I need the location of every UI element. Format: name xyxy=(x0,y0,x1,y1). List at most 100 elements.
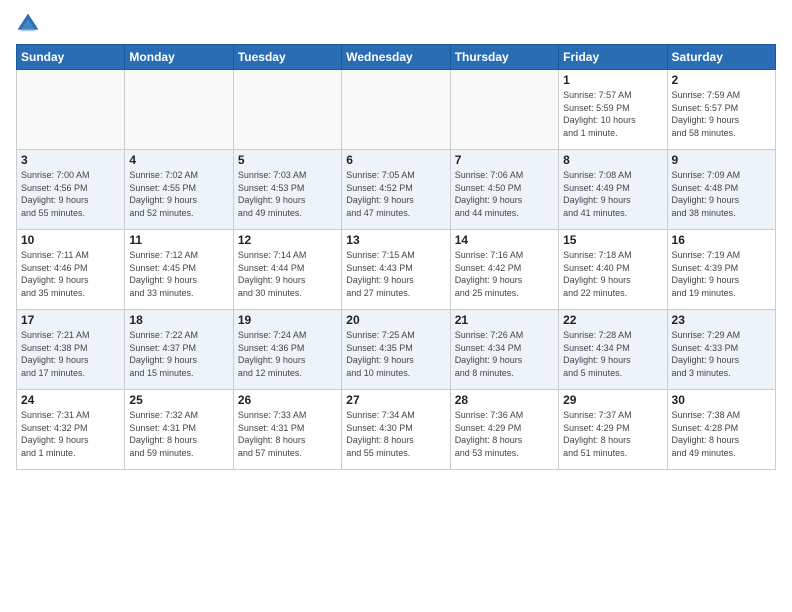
day-info: Sunrise: 7:33 AM Sunset: 4:31 PM Dayligh… xyxy=(238,409,337,459)
calendar-cell xyxy=(342,70,450,150)
calendar-header-thursday: Thursday xyxy=(450,45,558,70)
day-info: Sunrise: 7:25 AM Sunset: 4:35 PM Dayligh… xyxy=(346,329,445,379)
calendar-cell: 22 Sunrise: 7:28 AM Sunset: 4:34 PM Dayli… xyxy=(559,310,667,390)
calendar-header-friday: Friday xyxy=(559,45,667,70)
logo-icon xyxy=(16,12,40,36)
calendar-cell: 30 Sunrise: 7:38 AM Sunset: 4:28 PM Dayli… xyxy=(667,390,775,470)
day-info: Sunrise: 7:22 AM Sunset: 4:37 PM Dayligh… xyxy=(129,329,228,379)
calendar-cell: 23 Sunrise: 7:29 AM Sunset: 4:33 PM Dayli… xyxy=(667,310,775,390)
day-info: Sunrise: 7:31 AM Sunset: 4:32 PM Dayligh… xyxy=(21,409,120,459)
day-number: 21 xyxy=(455,313,554,327)
calendar-week-row: 3 Sunrise: 7:00 AM Sunset: 4:56 PM Daylig… xyxy=(17,150,776,230)
day-number: 10 xyxy=(21,233,120,247)
calendar-cell: 1 Sunrise: 7:57 AM Sunset: 5:59 PM Daylig… xyxy=(559,70,667,150)
day-number: 29 xyxy=(563,393,662,407)
day-number: 30 xyxy=(672,393,771,407)
calendar-table: SundayMondayTuesdayWednesdayThursdayFrid… xyxy=(16,44,776,470)
calendar-header-sunday: Sunday xyxy=(17,45,125,70)
day-number: 20 xyxy=(346,313,445,327)
day-info: Sunrise: 7:24 AM Sunset: 4:36 PM Dayligh… xyxy=(238,329,337,379)
day-info: Sunrise: 7:15 AM Sunset: 4:43 PM Dayligh… xyxy=(346,249,445,299)
calendar-cell: 2 Sunrise: 7:59 AM Sunset: 5:57 PM Daylig… xyxy=(667,70,775,150)
calendar-cell: 18Sunrise: 7:22 AM Sunset: 4:37 PM Dayli… xyxy=(125,310,233,390)
day-number: 4 xyxy=(129,153,228,167)
day-number: 8 xyxy=(563,153,662,167)
day-number: 13 xyxy=(346,233,445,247)
day-info: Sunrise: 7:38 AM Sunset: 4:28 PM Dayligh… xyxy=(672,409,771,459)
day-number: 5 xyxy=(238,153,337,167)
calendar-cell: 26 Sunrise: 7:33 AM Sunset: 4:31 PM Dayli… xyxy=(233,390,341,470)
calendar-header-wednesday: Wednesday xyxy=(342,45,450,70)
header xyxy=(16,12,776,36)
calendar-cell: 24 Sunrise: 7:31 AM Sunset: 4:32 PM Dayli… xyxy=(17,390,125,470)
calendar-cell xyxy=(233,70,341,150)
calendar-cell: 4 Sunrise: 7:02 AM Sunset: 4:55 PM Daylig… xyxy=(125,150,233,230)
day-info: Sunrise: 7:16 AM Sunset: 4:42 PM Dayligh… xyxy=(455,249,554,299)
day-number: 19 xyxy=(238,313,337,327)
calendar-cell: 20 Sunrise: 7:25 AM Sunset: 4:35 PM Dayli… xyxy=(342,310,450,390)
calendar-cell: 9 Sunrise: 7:09 AM Sunset: 4:48 PM Daylig… xyxy=(667,150,775,230)
day-info: Sunrise: 7:28 AM Sunset: 4:34 PM Dayligh… xyxy=(563,329,662,379)
day-info: Sunrise: 7:21 AM Sunset: 4:38 PM Dayligh… xyxy=(21,329,120,379)
calendar-header-tuesday: Tuesday xyxy=(233,45,341,70)
day-number: 1 xyxy=(563,73,662,87)
calendar-week-row: 1 Sunrise: 7:57 AM Sunset: 5:59 PM Daylig… xyxy=(17,70,776,150)
calendar-header-saturday: Saturday xyxy=(667,45,775,70)
calendar-cell: 7Sunrise: 7:06 AM Sunset: 4:50 PM Daylig… xyxy=(450,150,558,230)
day-info: Sunrise: 7:08 AM Sunset: 4:49 PM Dayligh… xyxy=(563,169,662,219)
day-info: Sunrise: 7:18 AM Sunset: 4:40 PM Dayligh… xyxy=(563,249,662,299)
day-number: 7 xyxy=(455,153,554,167)
day-info: Sunrise: 7:02 AM Sunset: 4:55 PM Dayligh… xyxy=(129,169,228,219)
calendar-cell: 15 Sunrise: 7:18 AM Sunset: 4:40 PM Dayli… xyxy=(559,230,667,310)
calendar-cell: 8 Sunrise: 7:08 AM Sunset: 4:49 PM Daylig… xyxy=(559,150,667,230)
day-number: 26 xyxy=(238,393,337,407)
calendar-cell: 12Sunrise: 7:14 AM Sunset: 4:44 PM Dayli… xyxy=(233,230,341,310)
calendar-cell: 10 Sunrise: 7:11 AM Sunset: 4:46 PM Dayli… xyxy=(17,230,125,310)
logo xyxy=(16,12,44,36)
day-number: 22 xyxy=(563,313,662,327)
day-number: 24 xyxy=(21,393,120,407)
calendar-cell xyxy=(125,70,233,150)
day-info: Sunrise: 7:32 AM Sunset: 4:31 PM Dayligh… xyxy=(129,409,228,459)
day-number: 6 xyxy=(346,153,445,167)
calendar-cell: 5 Sunrise: 7:03 AM Sunset: 4:53 PM Daylig… xyxy=(233,150,341,230)
day-info: Sunrise: 7:26 AM Sunset: 4:34 PM Dayligh… xyxy=(455,329,554,379)
day-number: 15 xyxy=(563,233,662,247)
calendar-cell: 25 Sunrise: 7:32 AM Sunset: 4:31 PM Dayli… xyxy=(125,390,233,470)
calendar-week-row: 17 Sunrise: 7:21 AM Sunset: 4:38 PM Dayli… xyxy=(17,310,776,390)
calendar-week-row: 10 Sunrise: 7:11 AM Sunset: 4:46 PM Dayli… xyxy=(17,230,776,310)
day-number: 9 xyxy=(672,153,771,167)
calendar-cell: 29Sunrise: 7:37 AM Sunset: 4:29 PM Dayli… xyxy=(559,390,667,470)
day-info: Sunrise: 7:57 AM Sunset: 5:59 PM Dayligh… xyxy=(563,89,662,139)
day-info: Sunrise: 7:00 AM Sunset: 4:56 PM Dayligh… xyxy=(21,169,120,219)
calendar-cell xyxy=(17,70,125,150)
day-number: 14 xyxy=(455,233,554,247)
calendar-header-row: SundayMondayTuesdayWednesdayThursdayFrid… xyxy=(17,45,776,70)
calendar-header-monday: Monday xyxy=(125,45,233,70)
day-number: 27 xyxy=(346,393,445,407)
calendar-cell: 21 Sunrise: 7:26 AM Sunset: 4:34 PM Dayli… xyxy=(450,310,558,390)
calendar-page: SundayMondayTuesdayWednesdayThursdayFrid… xyxy=(0,0,792,612)
day-number: 11 xyxy=(129,233,228,247)
calendar-cell: 13 Sunrise: 7:15 AM Sunset: 4:43 PM Dayli… xyxy=(342,230,450,310)
day-info: Sunrise: 7:19 AM Sunset: 4:39 PM Dayligh… xyxy=(672,249,771,299)
day-number: 17 xyxy=(21,313,120,327)
calendar-week-row: 24 Sunrise: 7:31 AM Sunset: 4:32 PM Dayli… xyxy=(17,390,776,470)
day-number: 16 xyxy=(672,233,771,247)
day-info: Sunrise: 7:11 AM Sunset: 4:46 PM Dayligh… xyxy=(21,249,120,299)
day-info: Sunrise: 7:29 AM Sunset: 4:33 PM Dayligh… xyxy=(672,329,771,379)
calendar-cell: 17 Sunrise: 7:21 AM Sunset: 4:38 PM Dayli… xyxy=(17,310,125,390)
day-number: 25 xyxy=(129,393,228,407)
calendar-cell: 19 Sunrise: 7:24 AM Sunset: 4:36 PM Dayli… xyxy=(233,310,341,390)
day-info: Sunrise: 7:03 AM Sunset: 4:53 PM Dayligh… xyxy=(238,169,337,219)
day-number: 3 xyxy=(21,153,120,167)
day-number: 2 xyxy=(672,73,771,87)
day-number: 23 xyxy=(672,313,771,327)
day-info: Sunrise: 7:36 AM Sunset: 4:29 PM Dayligh… xyxy=(455,409,554,459)
day-info: Sunrise: 7:05 AM Sunset: 4:52 PM Dayligh… xyxy=(346,169,445,219)
day-info: Sunrise: 7:34 AM Sunset: 4:30 PM Dayligh… xyxy=(346,409,445,459)
calendar-cell: 28Sunrise: 7:36 AM Sunset: 4:29 PM Dayli… xyxy=(450,390,558,470)
day-info: Sunrise: 7:12 AM Sunset: 4:45 PM Dayligh… xyxy=(129,249,228,299)
day-info: Sunrise: 7:09 AM Sunset: 4:48 PM Dayligh… xyxy=(672,169,771,219)
day-info: Sunrise: 7:59 AM Sunset: 5:57 PM Dayligh… xyxy=(672,89,771,139)
